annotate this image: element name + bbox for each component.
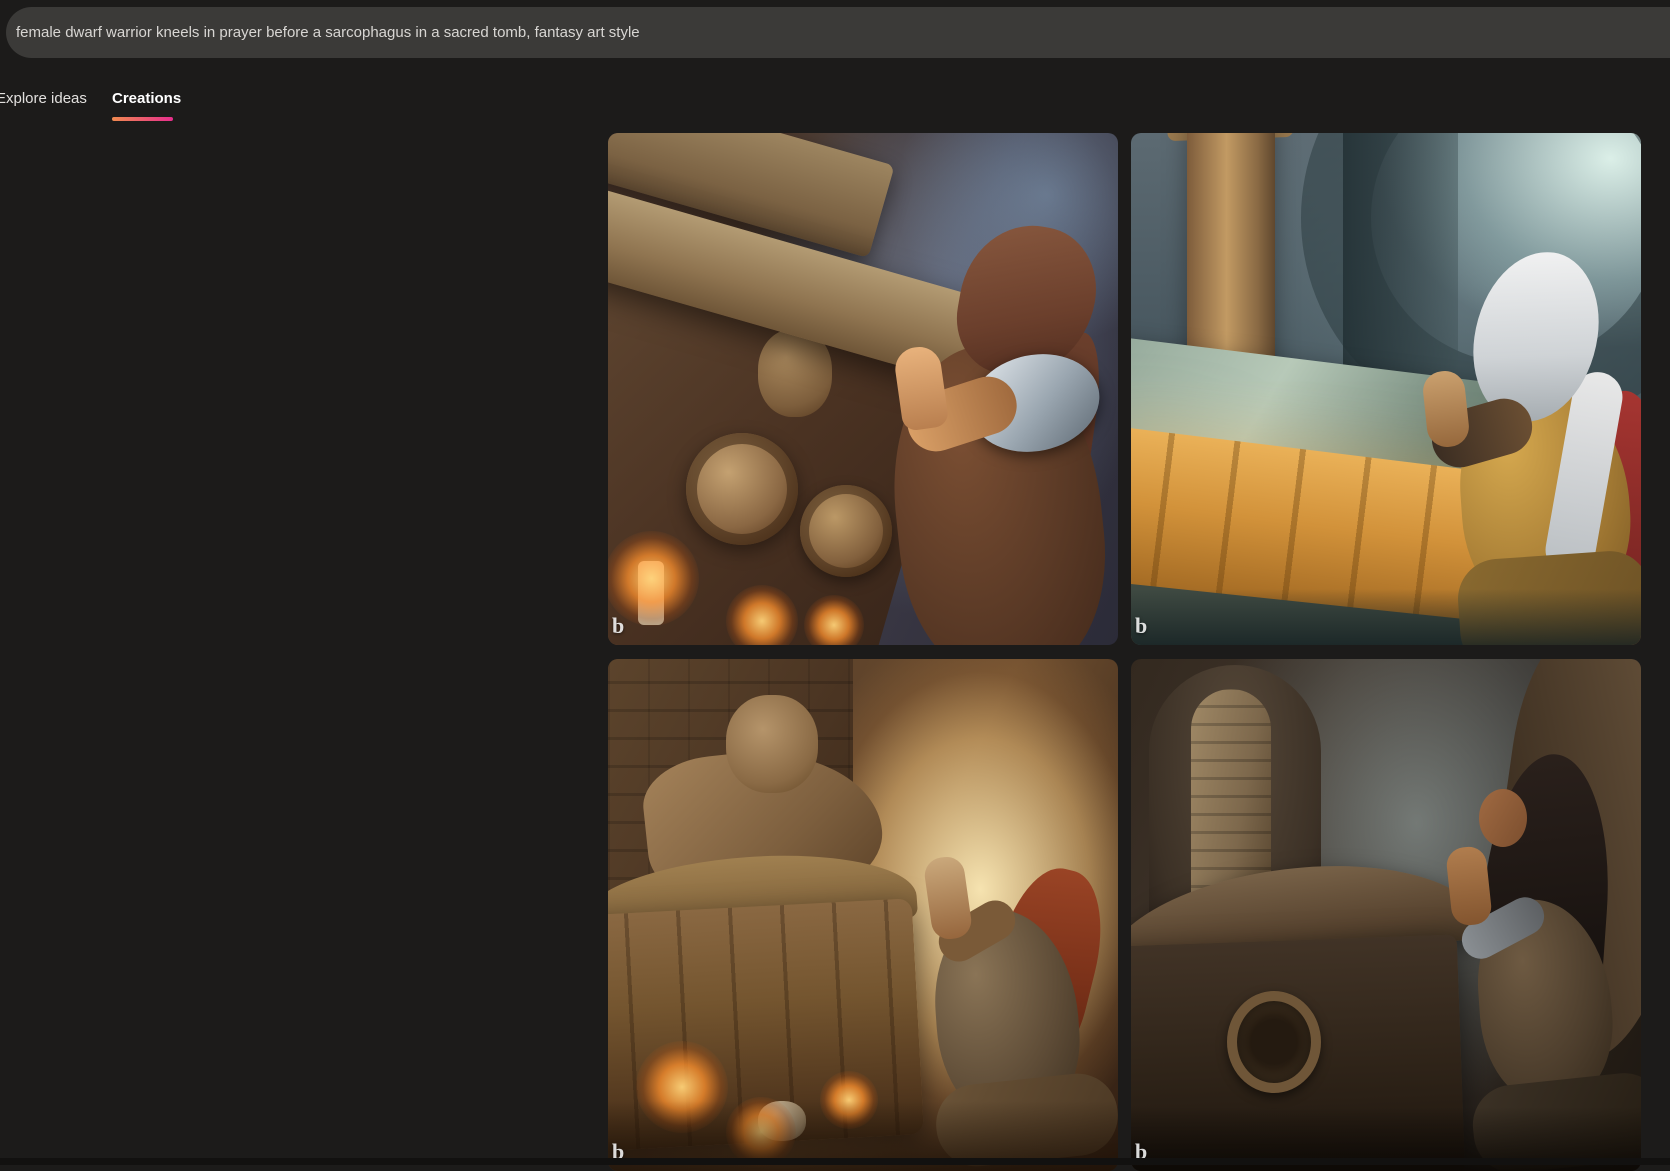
window-bottom-edge <box>0 1158 1670 1165</box>
prompt-input[interactable] <box>6 7 1670 58</box>
skull-shape <box>758 1101 806 1141</box>
candle-glow <box>726 1097 796 1167</box>
active-tab-underline <box>112 117 173 121</box>
generated-image-4[interactable]: b <box>1131 659 1641 1171</box>
carved-disc-shape <box>800 485 892 577</box>
prompt-bar <box>6 7 1670 58</box>
figure-legs-shape <box>1455 548 1641 645</box>
bing-watermark: b <box>612 615 624 637</box>
praying-hands-shape <box>1445 845 1493 927</box>
candle-glow <box>608 531 699 626</box>
generated-image-2[interactable]: b <box>1131 133 1641 645</box>
sphinx-head-shape <box>726 695 818 793</box>
tab-creations[interactable]: Creations <box>112 90 181 107</box>
candle-glow <box>820 1071 878 1129</box>
bing-watermark: b <box>1135 615 1147 637</box>
figure-legs-shape <box>1469 1069 1641 1171</box>
sarcophagus-body-shape <box>608 898 924 1151</box>
tab-explore-ideas[interactable]: Explore ideas <box>0 90 87 107</box>
carved-disc-shape <box>686 433 798 545</box>
generated-image-3[interactable]: b <box>608 659 1118 1171</box>
sarcophagus-base-shape <box>1131 580 1571 645</box>
praying-hands-shape <box>922 855 973 942</box>
figure-face-shape <box>1479 789 1527 847</box>
generated-image-1[interactable]: b <box>608 133 1118 645</box>
ring-handle-shape <box>1227 991 1321 1093</box>
candle-glow <box>636 1041 728 1133</box>
